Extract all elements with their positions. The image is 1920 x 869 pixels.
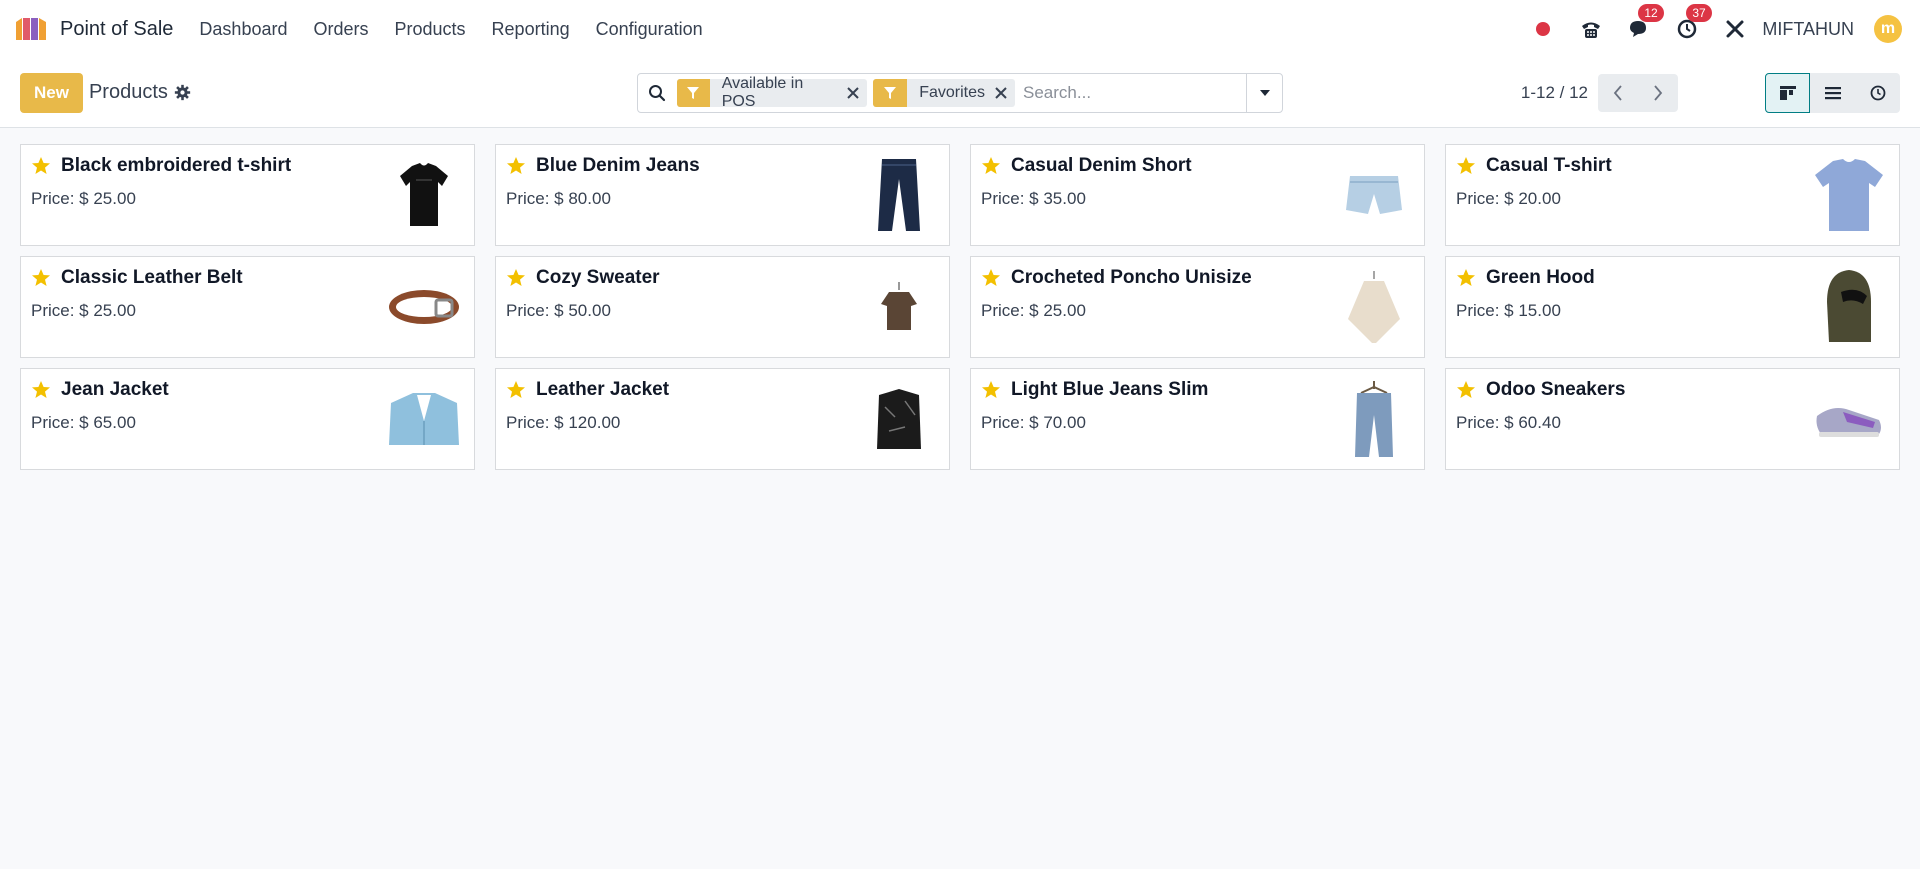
list-view-button[interactable] — [1810, 73, 1855, 113]
pos-app-icon[interactable] — [14, 16, 48, 42]
facet-label: Available in POS — [721, 75, 804, 110]
product-name: Green Hood — [1486, 267, 1595, 288]
facet-label: Favorites — [919, 84, 986, 101]
light-jeans-image — [1334, 379, 1414, 459]
tools-icon[interactable] — [1722, 16, 1748, 42]
favorite-star-icon[interactable] — [31, 380, 51, 400]
gear-icon[interactable] — [174, 84, 191, 101]
search-icon[interactable] — [638, 84, 677, 102]
favorite-star-icon[interactable] — [506, 268, 526, 288]
user-avatar[interactable]: m — [1874, 15, 1902, 43]
control-panel: New Products Available in POS Favorites … — [0, 58, 1920, 128]
hood-image — [1809, 267, 1889, 347]
navbar-systray: 12 37 MIFTAHUN m — [1508, 4, 1902, 43]
menu-products[interactable]: Products — [395, 19, 466, 40]
menu-reporting[interactable]: Reporting — [492, 19, 570, 40]
search-options-toggle[interactable] — [1246, 74, 1282, 112]
product-name: Leather Jacket — [536, 379, 670, 400]
activities-badge: 37 — [1686, 4, 1712, 22]
close-icon[interactable] — [995, 87, 1015, 99]
caret-down-icon — [1259, 90, 1270, 96]
close-icon[interactable] — [847, 87, 867, 99]
product-card[interactable]: Casual T-shirt Price: $ 20.00 — [1445, 144, 1900, 246]
pager: 1-12 / 12 — [1521, 73, 1678, 113]
product-card[interactable]: Casual Denim Short Price: $ 35.00 — [970, 144, 1425, 246]
poncho-image — [1334, 267, 1414, 347]
product-name: Light Blue Jeans Slim — [1011, 379, 1209, 400]
product-card[interactable]: Jean Jacket Price: $ 65.00 — [20, 368, 475, 470]
search-bar: Available in POS Favorites — [637, 73, 1283, 113]
favorite-star-icon[interactable] — [981, 380, 1001, 400]
avatar-letter: m — [1880, 20, 1896, 37]
product-name: Black embroidered t-shirt — [61, 155, 292, 176]
jean-jacket-image — [384, 379, 464, 459]
user-name[interactable]: MIFTAHUN — [1762, 19, 1854, 40]
denim-short-image — [1334, 155, 1414, 235]
product-card[interactable]: Cozy Sweater Price: $ 50.00 — [495, 256, 950, 358]
facet-favorites: Favorites — [873, 79, 1016, 107]
activity-view-button[interactable] — [1855, 73, 1900, 113]
pager-next-button[interactable] — [1638, 74, 1678, 112]
pager-value[interactable]: 1-12 / 12 — [1521, 83, 1588, 103]
favorite-star-icon[interactable] — [1456, 380, 1476, 400]
favorite-star-icon[interactable] — [981, 268, 1001, 288]
black-tshirt-image — [384, 155, 464, 235]
product-kanban: Black embroidered t-shirt Price: $ 25.00… — [0, 128, 1920, 486]
product-name: Casual T-shirt — [1486, 155, 1612, 176]
jeans-image — [859, 155, 939, 235]
kanban-view-button[interactable] — [1765, 73, 1810, 113]
activities-clock-icon[interactable]: 37 — [1674, 4, 1712, 42]
favorite-star-icon[interactable] — [506, 156, 526, 176]
product-card[interactable]: Crocheted Poncho Unisize Price: $ 25.00 — [970, 256, 1425, 358]
menu-orders[interactable]: Orders — [313, 19, 368, 40]
list-icon — [1824, 87, 1841, 100]
new-button[interactable]: New — [20, 72, 83, 113]
facet-available-in-pos: Available in POS — [676, 75, 868, 110]
search-input[interactable] — [1021, 77, 1247, 109]
favorite-star-icon[interactable] — [1456, 156, 1476, 176]
kanban-icon — [1779, 86, 1796, 100]
filter-icon — [676, 79, 710, 107]
filter-icon — [873, 79, 908, 107]
phone-icon[interactable] — [1578, 16, 1604, 42]
product-card[interactable]: Leather Jacket Price: $ 120.00 — [495, 368, 950, 470]
product-name: Odoo Sneakers — [1486, 379, 1626, 400]
chevron-left-icon — [1613, 85, 1622, 101]
menu-dashboard[interactable]: Dashboard — [199, 19, 287, 40]
product-card[interactable]: Odoo Sneakers Price: $ 60.40 — [1445, 368, 1900, 470]
belt-image — [384, 267, 464, 347]
leather-jacket-image — [859, 379, 939, 459]
product-card[interactable]: Blue Denim Jeans Price: $ 80.00 — [495, 144, 950, 246]
favorite-star-icon[interactable] — [31, 268, 51, 288]
product-name: Crocheted Poncho Unisize — [1011, 267, 1252, 288]
favorite-star-icon[interactable] — [1456, 268, 1476, 288]
messages-icon[interactable]: 12 — [1626, 4, 1664, 42]
clock-icon — [1870, 85, 1885, 101]
favorite-star-icon[interactable] — [31, 156, 51, 176]
product-name: Classic Leather Belt — [61, 267, 243, 288]
product-card[interactable]: Classic Leather Belt Price: $ 25.00 — [20, 256, 475, 358]
chevron-right-icon — [1654, 85, 1663, 101]
view-switcher — [1765, 73, 1900, 113]
product-card[interactable]: Light Blue Jeans Slim Price: $ 70.00 — [970, 368, 1425, 470]
recording-dot-icon[interactable] — [1530, 16, 1556, 42]
menu-configuration[interactable]: Configuration — [596, 19, 703, 40]
top-navbar: Point of Sale Dashboard Orders Products … — [0, 0, 1920, 58]
product-name: Blue Denim Jeans — [536, 155, 700, 176]
favorite-star-icon[interactable] — [506, 380, 526, 400]
product-card[interactable]: Black embroidered t-shirt Price: $ 25.00 — [20, 144, 475, 246]
blue-tshirt-image — [1809, 155, 1889, 235]
product-name: Cozy Sweater — [536, 267, 660, 288]
product-name: Casual Denim Short — [1011, 155, 1192, 176]
messages-badge: 12 — [1638, 4, 1664, 22]
product-name: Jean Jacket — [61, 379, 169, 400]
sneakers-image — [1809, 379, 1889, 459]
favorite-star-icon[interactable] — [981, 156, 1001, 176]
sweater-image — [859, 267, 939, 347]
page-title: Products — [88, 81, 168, 103]
app-name[interactable]: Point of Sale — [60, 18, 173, 41]
pager-previous-button[interactable] — [1598, 74, 1638, 112]
product-card[interactable]: Green Hood Price: $ 15.00 — [1445, 256, 1900, 358]
